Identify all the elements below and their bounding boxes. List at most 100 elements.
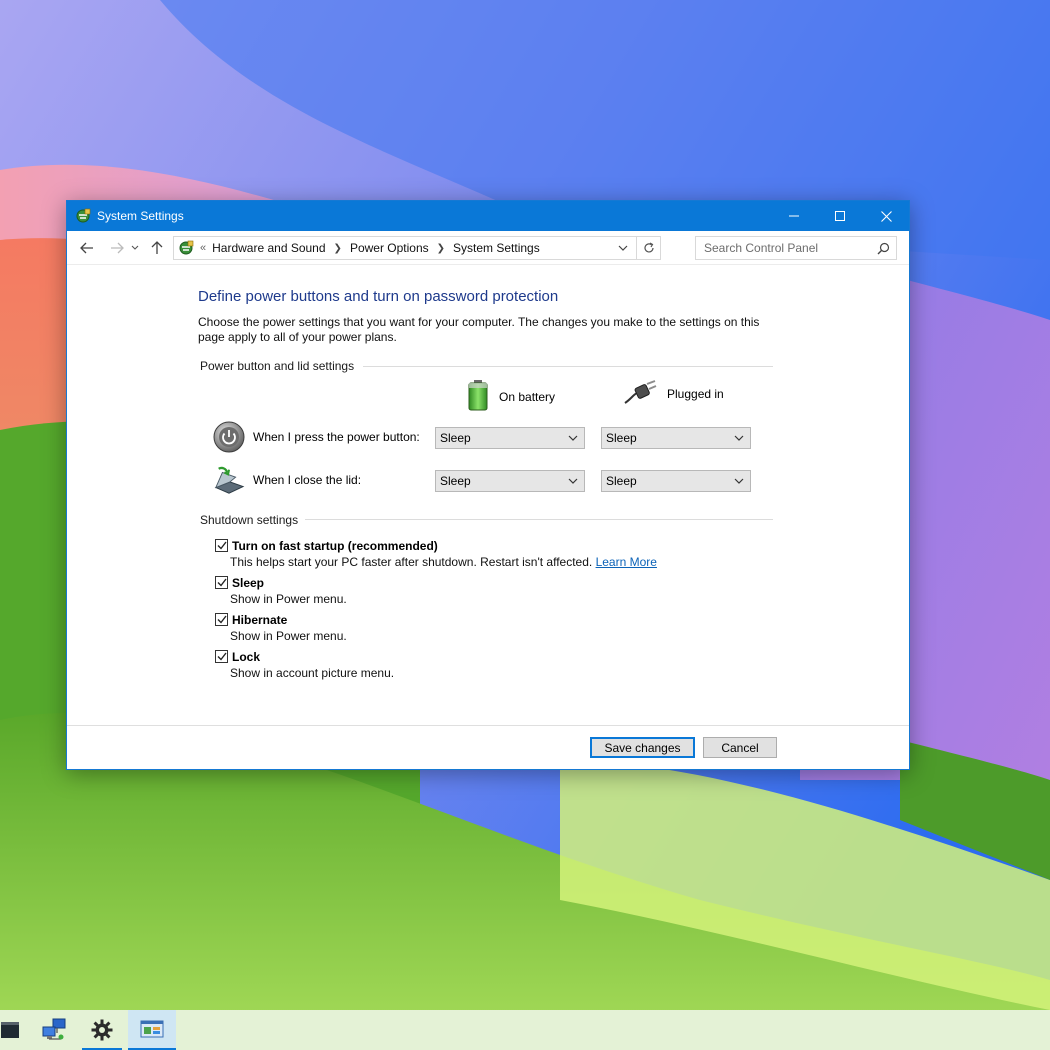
battery-icon bbox=[467, 379, 489, 414]
power-button-plugged-in-select[interactable]: Sleep bbox=[601, 427, 751, 449]
column-on-battery: On battery bbox=[467, 379, 555, 414]
hibernate-description: Show in Power menu. bbox=[230, 629, 347, 643]
arrow-left-icon bbox=[80, 242, 93, 253]
breadcrumb-hardware-and-sound[interactable]: Hardware and Sound bbox=[212, 241, 325, 255]
checkmark-icon bbox=[217, 615, 227, 624]
recent-locations-button[interactable] bbox=[129, 236, 141, 260]
search-box[interactable] bbox=[695, 236, 897, 260]
control-panel-icon bbox=[140, 1020, 164, 1038]
fast-startup-description: This helps start your PC faster after sh… bbox=[230, 555, 657, 569]
close-lid-row: When I close the lid: bbox=[213, 464, 361, 496]
close-button[interactable] bbox=[863, 201, 909, 231]
power-settings-group-title: Power button and lid settings bbox=[200, 359, 355, 373]
chevron-down-icon bbox=[568, 476, 578, 486]
laptop-lid-icon bbox=[213, 464, 245, 496]
close-icon bbox=[880, 210, 892, 222]
dialog-footer: Save changes Cancel bbox=[67, 725, 909, 769]
sleep-checkbox[interactable] bbox=[215, 576, 228, 589]
power-button-label: When I press the power button: bbox=[253, 430, 420, 444]
selected-value: Sleep bbox=[606, 474, 637, 488]
maximize-button[interactable] bbox=[817, 201, 863, 231]
forward-button[interactable] bbox=[105, 236, 129, 260]
control-panel-icon bbox=[178, 240, 194, 256]
lock-description: Show in account picture menu. bbox=[230, 666, 395, 680]
checkmark-icon bbox=[217, 578, 227, 587]
arrow-right-icon bbox=[111, 242, 124, 253]
plugged-in-label: Plugged in bbox=[667, 386, 724, 401]
terminal-icon bbox=[1, 1022, 19, 1038]
chevron-down-icon bbox=[618, 245, 628, 251]
breadcrumb-overflow[interactable]: « bbox=[200, 242, 206, 254]
fast-startup-label[interactable]: Turn on fast startup (recommended) bbox=[232, 539, 438, 553]
taskbar-control-panel[interactable] bbox=[128, 1010, 176, 1050]
chevron-down-icon bbox=[131, 245, 139, 250]
chevron-right-icon[interactable]: ❯ bbox=[334, 243, 342, 254]
chevron-down-icon bbox=[568, 433, 578, 443]
maximize-icon bbox=[835, 211, 845, 221]
chevron-down-icon bbox=[734, 476, 744, 486]
shutdown-settings-group-title: Shutdown settings bbox=[200, 513, 299, 527]
fast-startup-option: Turn on fast startup (recommended) This … bbox=[215, 538, 657, 569]
close-lid-on-battery-select[interactable]: Sleep bbox=[435, 470, 585, 492]
minimize-icon bbox=[789, 215, 799, 217]
selected-value: Sleep bbox=[440, 431, 471, 445]
taskbar-terminal[interactable] bbox=[0, 1010, 22, 1050]
group-divider bbox=[363, 366, 773, 367]
selected-value: Sleep bbox=[440, 474, 471, 488]
chevron-down-icon bbox=[734, 433, 744, 443]
taskbar-settings[interactable] bbox=[82, 1010, 122, 1050]
window-controls bbox=[771, 201, 909, 231]
arrow-up-icon bbox=[151, 240, 163, 254]
selected-value: Sleep bbox=[606, 431, 637, 445]
learn-more-link[interactable]: Learn More bbox=[596, 555, 657, 569]
control-panel-icon bbox=[75, 208, 91, 224]
hibernate-checkbox[interactable] bbox=[215, 613, 228, 626]
search-icon[interactable] bbox=[877, 242, 890, 255]
power-button-row: When I press the power button: bbox=[213, 421, 420, 453]
lock-label[interactable]: Lock bbox=[232, 650, 260, 664]
power-button-icon bbox=[213, 421, 245, 453]
checkmark-icon bbox=[217, 652, 227, 661]
hibernate-label[interactable]: Hibernate bbox=[232, 613, 287, 627]
refresh-button[interactable] bbox=[636, 237, 660, 259]
chevron-right-icon[interactable]: ❯ bbox=[437, 243, 445, 254]
taskbar bbox=[0, 1010, 1050, 1050]
breadcrumb-system-settings[interactable]: System Settings bbox=[453, 241, 540, 255]
fast-startup-checkbox[interactable] bbox=[215, 539, 228, 552]
taskbar-network-computers[interactable] bbox=[34, 1010, 74, 1050]
address-bar[interactable]: « Hardware and Sound ❯ Power Options ❯ S… bbox=[173, 236, 661, 260]
minimize-button[interactable] bbox=[771, 201, 817, 231]
column-plugged-in: Plugged in bbox=[623, 379, 724, 408]
sleep-label[interactable]: Sleep bbox=[232, 576, 264, 590]
lock-checkbox[interactable] bbox=[215, 650, 228, 663]
checkmark-icon bbox=[217, 541, 227, 550]
close-lid-plugged-in-select[interactable]: Sleep bbox=[601, 470, 751, 492]
sleep-description: Show in Power menu. bbox=[230, 592, 347, 606]
navigation-bar: « Hardware and Sound ❯ Power Options ❯ S… bbox=[67, 231, 909, 265]
power-button-on-battery-select[interactable]: Sleep bbox=[435, 427, 585, 449]
network-computers-icon bbox=[42, 1018, 66, 1040]
save-changes-button[interactable]: Save changes bbox=[590, 737, 695, 758]
on-battery-label: On battery bbox=[499, 389, 556, 404]
page-description: Choose the power settings that you want … bbox=[198, 315, 760, 344]
page-title: Define power buttons and turn on passwor… bbox=[198, 288, 559, 305]
window-title: System Settings bbox=[97, 209, 184, 223]
search-input[interactable] bbox=[704, 241, 874, 255]
title-bar[interactable]: System Settings bbox=[67, 201, 909, 231]
address-dropdown-button[interactable] bbox=[616, 241, 630, 255]
power-plug-icon bbox=[623, 379, 657, 408]
settings-gear-icon bbox=[91, 1019, 113, 1041]
group-divider bbox=[305, 519, 773, 520]
breadcrumb-power-options[interactable]: Power Options bbox=[350, 241, 429, 255]
cancel-button[interactable]: Cancel bbox=[703, 737, 777, 758]
lock-option: Lock Show in account picture menu. bbox=[215, 649, 394, 680]
refresh-icon bbox=[643, 242, 654, 253]
hibernate-option: Hibernate Show in Power menu. bbox=[215, 612, 347, 643]
system-settings-window: System Settings « Hardware and Sound ❯ P… bbox=[66, 200, 910, 770]
close-lid-label: When I close the lid: bbox=[253, 473, 362, 487]
content-area: Define power buttons and turn on passwor… bbox=[67, 265, 909, 725]
back-button[interactable] bbox=[75, 236, 99, 260]
fast-startup-description-text: This helps start your PC faster after sh… bbox=[230, 555, 593, 569]
sleep-option: Sleep Show in Power menu. bbox=[215, 575, 347, 606]
up-button[interactable] bbox=[145, 236, 169, 260]
